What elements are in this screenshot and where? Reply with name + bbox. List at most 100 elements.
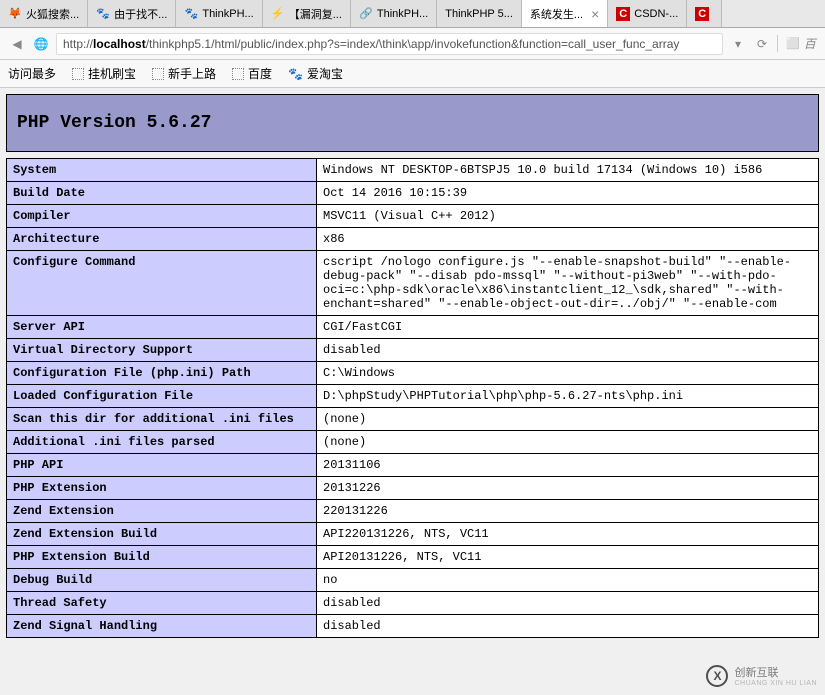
- info-value: CGI/FastCGI: [317, 316, 819, 339]
- back-button[interactable]: ◀: [8, 35, 26, 53]
- info-label: Configure Command: [7, 251, 317, 316]
- table-row: PHP Extension BuildAPI20131226, NTS, VC1…: [7, 546, 819, 569]
- table-row: Additional .ini files parsed(none): [7, 431, 819, 454]
- tab-favicon: 🦊: [8, 7, 22, 21]
- url-bar: ◀ 🌐 http://localhost/thinkphp5.1/html/pu…: [0, 28, 825, 60]
- info-label: Zend Signal Handling: [7, 615, 317, 638]
- info-label: Thread Safety: [7, 592, 317, 615]
- bookmark-label: 百度: [248, 65, 272, 82]
- browser-tab-1[interactable]: 🐾 由于找不...: [88, 0, 176, 27]
- info-label: Architecture: [7, 228, 317, 251]
- tab-label: CSDN-...: [634, 8, 678, 20]
- tab-label: 【漏洞复...: [289, 6, 342, 22]
- bookmark-label: 新手上路: [168, 65, 216, 82]
- dropdown-icon[interactable]: ▾: [729, 35, 747, 53]
- watermark-logo: X: [706, 665, 728, 687]
- reload-button[interactable]: ⟳: [753, 35, 771, 53]
- browser-tab-4[interactable]: 🔗ThinkPH...: [351, 0, 437, 27]
- info-label: PHP API: [7, 454, 317, 477]
- info-label: Scan this dir for additional .ini files: [7, 408, 317, 431]
- bookmark-item-0[interactable]: 访问最多: [8, 65, 56, 82]
- table-row: SystemWindows NT DESKTOP-6BTSPJ5 10.0 bu…: [7, 159, 819, 182]
- info-label: Debug Build: [7, 569, 317, 592]
- url-prefix: http://: [63, 37, 93, 51]
- php-version-header: PHP Version 5.6.27: [6, 94, 819, 152]
- bookmark-label: 爱淘宝: [307, 65, 343, 82]
- tab-label: 由于找不...: [114, 6, 167, 22]
- watermark: X 创新互联 CHUANG XIN HU LIAN: [706, 664, 817, 687]
- browser-tab-8[interactable]: C: [687, 0, 722, 27]
- watermark-sub: CHUANG XIN HU LIAN: [734, 680, 817, 687]
- url-host: localhost: [93, 37, 146, 51]
- tab-label: ThinkPHP 5...: [445, 8, 513, 20]
- search-engine-icon: ⬜: [786, 37, 800, 50]
- tab-label: 系统发生...: [530, 6, 583, 22]
- globe-icon: 🌐: [32, 35, 50, 53]
- bookmark-label: 挂机刷宝: [88, 65, 136, 82]
- info-value: disabled: [317, 592, 819, 615]
- watermark-text: 创新互联: [734, 664, 817, 680]
- info-label: Zend Extension: [7, 500, 317, 523]
- search-placeholder: 百: [804, 35, 816, 52]
- table-row: Zend Signal Handlingdisabled: [7, 615, 819, 638]
- table-row: CompilerMSVC11 (Visual C++ 2012): [7, 205, 819, 228]
- bookmark-item-3[interactable]: 百度: [232, 65, 272, 82]
- tab-label: 火狐搜索...: [26, 6, 79, 22]
- page-content: PHP Version 5.6.27 SystemWindows NT DESK…: [0, 94, 825, 638]
- tab-favicon: ⚡: [271, 7, 285, 21]
- table-row: Debug Buildno: [7, 569, 819, 592]
- info-label: Zend Extension Build: [7, 523, 317, 546]
- tab-favicon: 🐾: [96, 7, 110, 21]
- info-value: API220131226, NTS, VC11: [317, 523, 819, 546]
- browser-tab-5[interactable]: ThinkPHP 5...: [437, 0, 522, 27]
- info-label: Server API: [7, 316, 317, 339]
- table-row: Configuration File (php.ini) PathC:\Wind…: [7, 362, 819, 385]
- bookmark-item-1[interactable]: 挂机刷宝: [72, 65, 136, 82]
- close-icon[interactable]: ×: [591, 6, 599, 22]
- table-row: Virtual Directory Supportdisabled: [7, 339, 819, 362]
- csdn-icon: C: [695, 7, 709, 21]
- info-label: Additional .ini files parsed: [7, 431, 317, 454]
- browser-tab-7[interactable]: CCSDN-...: [608, 0, 687, 27]
- tab-favicon: 🐾: [184, 7, 198, 21]
- browser-tab-0[interactable]: 🦊 火狐搜索...: [0, 0, 88, 27]
- info-value: C:\Windows: [317, 362, 819, 385]
- info-value: D:\phpStudy\PHPTutorial\php\php-5.6.27-n…: [317, 385, 819, 408]
- tab-label: ThinkPH...: [202, 8, 253, 20]
- info-value: (none): [317, 408, 819, 431]
- bookmark-item-4[interactable]: 🐾爱淘宝: [288, 65, 343, 82]
- table-row: Loaded Configuration FileD:\phpStudy\PHP…: [7, 385, 819, 408]
- info-value: API20131226, NTS, VC11: [317, 546, 819, 569]
- tab-label: ThinkPH...: [377, 8, 428, 20]
- address-bar[interactable]: http://localhost/thinkphp5.1/html/public…: [56, 33, 723, 55]
- info-label: Build Date: [7, 182, 317, 205]
- info-label: Compiler: [7, 205, 317, 228]
- bookmark-icon: [152, 68, 164, 80]
- search-box[interactable]: ⬜ 百: [777, 35, 817, 52]
- info-label: Configuration File (php.ini) Path: [7, 362, 317, 385]
- info-value: Oct 14 2016 10:15:39: [317, 182, 819, 205]
- table-row: Scan this dir for additional .ini files(…: [7, 408, 819, 431]
- info-label: Virtual Directory Support: [7, 339, 317, 362]
- info-value: 220131226: [317, 500, 819, 523]
- browser-tab-6[interactable]: 系统发生... ×: [522, 0, 608, 27]
- info-value: no: [317, 569, 819, 592]
- table-row: PHP Extension20131226: [7, 477, 819, 500]
- browser-tabs: 🦊 火狐搜索... 🐾 由于找不... 🐾 ThinkPH... ⚡ 【漏洞复... 🔗Thin…: [0, 0, 825, 28]
- browser-tab-2[interactable]: 🐾 ThinkPH...: [176, 0, 262, 27]
- php-version-title: PHP Version 5.6.27: [17, 113, 808, 133]
- info-value: MSVC11 (Visual C++ 2012): [317, 205, 819, 228]
- info-value: Windows NT DESKTOP-6BTSPJ5 10.0 build 17…: [317, 159, 819, 182]
- url-path: /thinkphp5.1/html/public/index.php?s=ind…: [146, 37, 680, 51]
- info-value: disabled: [317, 615, 819, 638]
- info-value: 20131106: [317, 454, 819, 477]
- bookmark-item-2[interactable]: 新手上路: [152, 65, 216, 82]
- table-row: Architecturex86: [7, 228, 819, 251]
- info-value: 20131226: [317, 477, 819, 500]
- browser-tab-3[interactable]: ⚡ 【漏洞复...: [263, 0, 351, 27]
- table-row: Zend Extension BuildAPI220131226, NTS, V…: [7, 523, 819, 546]
- bookmark-icon: [72, 68, 84, 80]
- info-label: PHP Extension Build: [7, 546, 317, 569]
- bookmark-icon: [232, 68, 244, 80]
- info-value: (none): [317, 431, 819, 454]
